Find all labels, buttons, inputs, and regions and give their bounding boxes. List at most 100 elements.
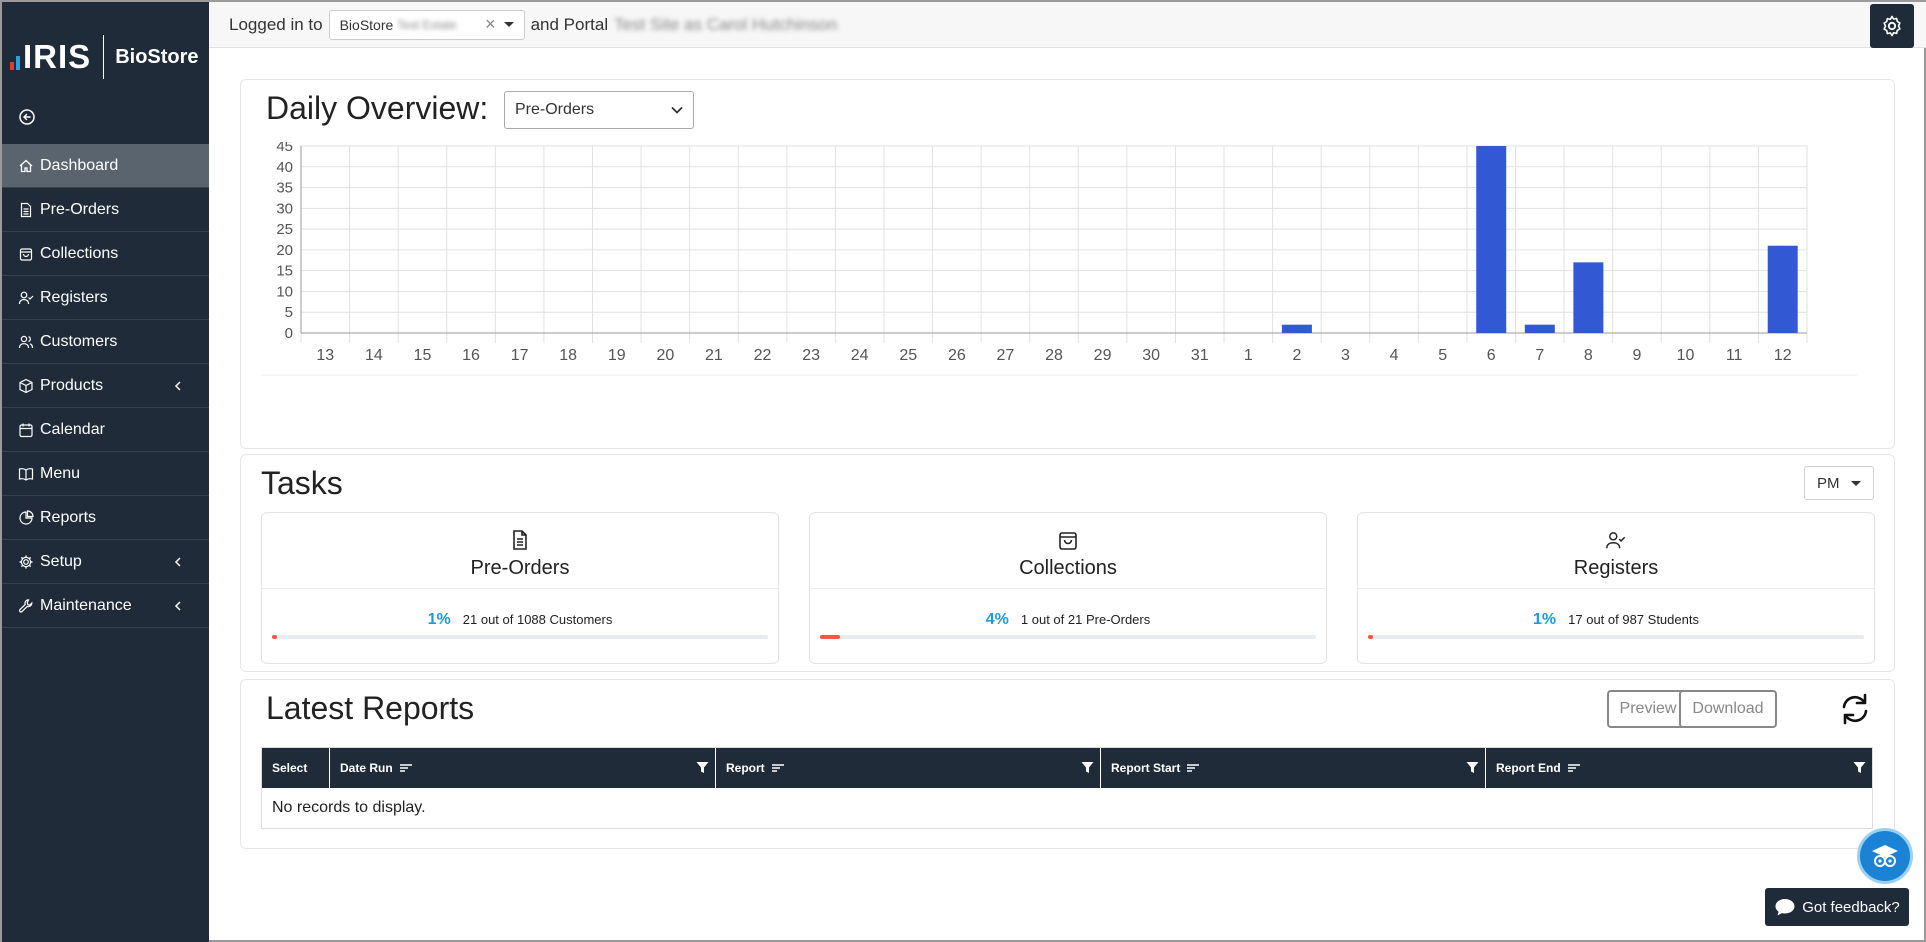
task-card-pre-orders[interactable]: Pre-Orders 1% 21 out of 1088 Customers [261,512,779,664]
brand-logo[interactable]: IRIS BioStore [2,2,209,112]
chart-bar [1476,146,1507,333]
box-icon [19,378,33,393]
progress-bar [1368,635,1864,639]
sidebar-item-reports[interactable]: Reports [2,496,209,540]
daily-overview-title: Daily Overview: [266,90,489,126]
site-select[interactable]: BioStore Test Estate × [328,9,525,40]
tasks-title: Tasks [261,465,343,501]
bag-icon [19,247,33,261]
period-select[interactable]: PM [1804,466,1874,500]
card-detail: 1 out of 21 Pre-Orders [1020,612,1151,627]
gear-icon [1883,15,1901,37]
sidebar-item-dashboard[interactable]: Dashboard [2,144,209,188]
x-tick-label: 20 [656,347,674,364]
x-tick-label: 1 [1244,347,1253,364]
sidebar-item-customers[interactable]: Customers [2,320,209,364]
x-tick-label: 4 [1390,347,1399,364]
dropdown-caret-icon[interactable] [503,22,514,27]
x-tick-label: 21 [705,347,723,364]
column-label: Report [726,761,765,775]
clear-icon[interactable]: × [485,14,496,35]
progress-bar [272,635,768,639]
column-header-report-start[interactable]: Report Start [1101,748,1486,788]
card-detail: 17 out of 987 Students [1568,612,1699,627]
sort-icon[interactable] [1567,763,1581,773]
x-tick-label: 28 [1045,347,1063,364]
filter-icon[interactable] [1081,761,1094,774]
feedback-button[interactable]: Got feedback? [1765,888,1909,926]
chevron-left-icon [174,601,181,611]
column-header-report[interactable]: Report [716,748,1101,788]
x-tick-label: 9 [1633,347,1642,364]
column-header-select[interactable]: Select [262,748,330,788]
progress-fill [820,635,840,639]
site-name: Test Estate [397,17,457,32]
sidebar-item-menu[interactable]: Menu [2,452,209,496]
x-tick-label: 22 [754,347,772,364]
x-tick-label: 23 [802,347,820,364]
x-tick-label: 3 [1341,347,1350,364]
x-tick-label: 31 [1191,347,1209,364]
sort-icon[interactable] [399,763,413,773]
sidebar-item-label: Registers [40,288,108,306]
sidebar-item-products[interactable]: Products [2,364,209,408]
y-tick-label: 15 [276,263,293,280]
card-header: Registers [1358,513,1874,589]
card-title: Registers [1573,557,1659,579]
sidebar-item-setup[interactable]: Setup [2,540,209,584]
sidebar-item-collections[interactable]: Collections [2,232,209,276]
collapse-sidebar-icon[interactable] [18,108,36,126]
y-tick-label: 20 [276,242,293,259]
empty-table-message: No records to display. [272,799,426,816]
settings-button[interactable] [1870,4,1914,48]
sidebar-item-label: Maintenance [40,596,132,614]
card-title: Collections [1019,557,1117,579]
portal-label: and Portal [530,14,609,34]
sort-icon[interactable] [1186,763,1200,773]
refresh-icon[interactable] [1838,692,1872,726]
x-tick-label: 27 [997,347,1015,364]
task-card-registers[interactable]: Registers 1% 17 out of 987 Students [1357,512,1875,664]
x-tick-label: 14 [365,347,383,364]
x-tick-label: 25 [899,347,917,364]
filter-icon[interactable] [696,761,709,774]
document-icon [20,202,32,217]
x-tick-label: 15 [414,347,432,364]
x-tick-label: 26 [948,347,966,364]
column-header-date-run[interactable]: Date Run [330,748,716,788]
sidebar-item-calendar[interactable]: Calendar [2,408,209,452]
card-title: Pre-Orders [470,557,570,579]
download-button[interactable]: Download [1679,690,1777,728]
overview-type-select[interactable]: Pre-Orders [504,91,694,129]
help-assistant-button[interactable] [1857,828,1913,884]
filter-icon[interactable] [1466,761,1479,774]
x-tick-label: 18 [559,347,577,364]
sidebar-item-label: Products [40,376,104,394]
task-card-collections[interactable]: Collections 4% 1 out of 21 Pre-Orders [809,512,1327,664]
sidebar-item-registers[interactable]: Registers [2,276,209,320]
sort-icon[interactable] [771,763,785,773]
card-header: Pre-Orders [262,513,778,589]
book-icon [18,467,34,481]
card-header: Collections [810,513,1326,589]
column-header-report-end[interactable]: Report End [1486,748,1872,788]
latest-reports-panel: Latest Reports Preview Download Select D… [240,679,1895,849]
x-tick-label: 11 [1726,347,1743,364]
filter-icon[interactable] [1853,761,1866,774]
daily-overview-chart: 05101520253035404513 14 15 16 17 18 19 20 21 22 23… [261,142,1857,376]
brand-name: IRIS [23,38,92,75]
period-value: PM [1817,474,1840,492]
preview-button[interactable]: Preview [1607,690,1689,728]
sidebar-item-pre-orders[interactable]: Pre-Orders [2,188,209,232]
user-check-icon [18,291,34,304]
sidebar-item-label: Customers [40,332,118,350]
tasks-panel: Tasks PM Pre-Orders 1% 21 out of 1088 Cus… [240,454,1895,672]
sidebar-nav: Dashboard Pre-Orders Collections Registe… [2,144,209,628]
feedback-label: Got feedback? [1802,898,1900,916]
brand-product: BioStore [115,45,199,68]
daily-overview-panel: Daily Overview: Pre-Orders 0 5 10 15 20 25 30 3… [240,79,1895,449]
top-bar: Logged in to BioStore Test Estate × and … [209,2,1926,48]
sidebar-item-maintenance[interactable]: Maintenance [2,584,209,628]
sidebar-item-label: Dashboard [40,156,119,174]
sidebar-item-label: Setup [40,552,82,570]
